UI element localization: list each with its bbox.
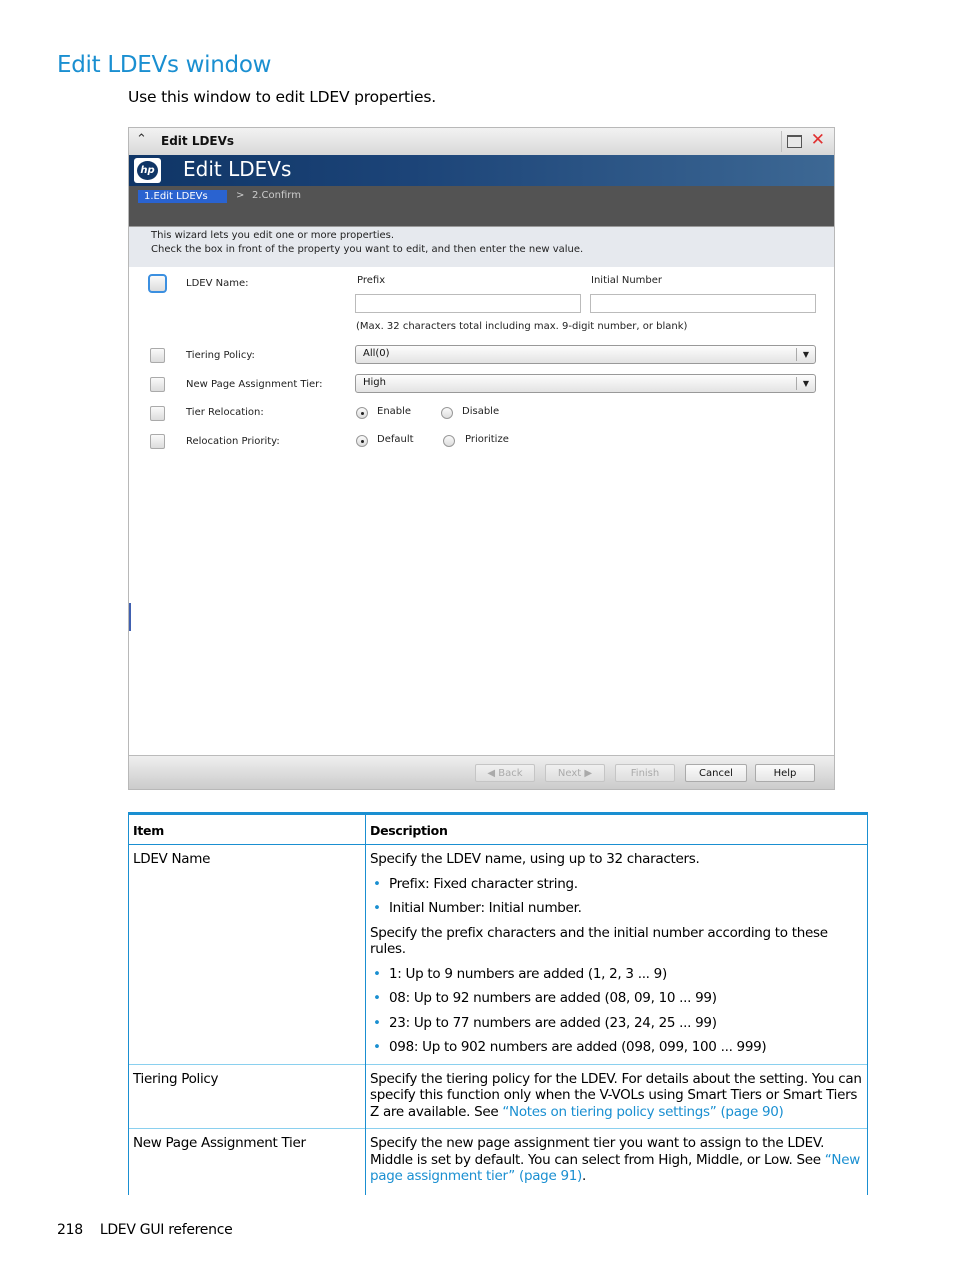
ldev-name-label: LDEV Name: (186, 278, 249, 289)
scroll-indicator (129, 603, 131, 631)
section-title: Edit LDEVs window (57, 52, 272, 78)
ldev-name-hint: (Max. 32 characters total including max.… (356, 321, 688, 332)
table-row: New Page Assignment Tier Specify the new… (128, 1128, 868, 1195)
tier-relocation-disable-label: Disable (462, 406, 500, 417)
back-arrow-icon: ◀ (487, 768, 496, 779)
next-arrow-icon: ▶ (584, 768, 593, 779)
list-item: 098: Up to 902 numbers are added (098, 0… (370, 1039, 863, 1056)
wizard-banner: hp Edit LDEVs (129, 155, 834, 186)
dropdown-arrow-icon[interactable]: ▼ (796, 377, 815, 390)
table-header-row: Item Description (128, 812, 868, 845)
double-chevron-up-icon[interactable]: ⌃ (136, 132, 147, 147)
instruction-line-2: Check the box in front of the property y… (151, 244, 584, 255)
back-button-label: Back (498, 768, 523, 779)
help-button-label: Help (773, 768, 797, 779)
relocation-priority-prioritize-label: Prioritize (465, 434, 509, 445)
notes-on-tiering-link[interactable]: “Notes on tiering policy settings” (page… (502, 1104, 783, 1120)
step-separator: > (236, 190, 245, 201)
page-number: 218 (57, 1222, 83, 1238)
window-titlebar: ⌃ Edit LDEVs ✕ (129, 128, 834, 156)
banner-title: Edit LDEVs (183, 157, 292, 181)
row-description: Specify the LDEV name, using up to 32 ch… (365, 844, 868, 1064)
tiering-policy-value: All(0) (363, 348, 390, 359)
new-page-tier-label: New Page Assignment Tier: (186, 379, 323, 390)
table-row: Tiering Policy Specify the tiering polic… (128, 1063, 868, 1129)
bullet-list: Prefix: Fixed character string. Initial … (370, 876, 863, 917)
ldev-name-checkbox[interactable] (148, 274, 167, 293)
new-page-tier-select[interactable]: High ▼ (355, 374, 816, 393)
wizard-instructions: This wizard lets you edit one or more pr… (129, 226, 834, 267)
finish-button-label: Finish (630, 768, 660, 779)
cancel-button-label: Cancel (699, 768, 733, 779)
list-item: 08: Up to 92 numbers are added (08, 09, … (370, 990, 863, 1007)
column-header-description: Description (365, 812, 868, 845)
instruction-line-1: This wizard lets you edit one or more pr… (151, 230, 395, 241)
window-title: Edit LDEVs (161, 134, 235, 148)
description-text-end: . (582, 1168, 586, 1184)
row-description: Specify the tiering policy for the LDEV.… (365, 1063, 868, 1129)
tiering-policy-label: Tiering Policy: (186, 350, 255, 361)
relocation-priority-label: Relocation Priority: (186, 436, 280, 447)
new-page-tier-value: High (363, 377, 386, 388)
next-button[interactable]: Next ▶ (545, 764, 605, 782)
prefix-input[interactable] (355, 294, 581, 313)
hp-logo: hp (134, 158, 161, 183)
maximize-icon[interactable] (787, 135, 802, 148)
finish-button[interactable]: Finish (615, 764, 675, 782)
titlebar-divider (781, 131, 782, 152)
close-icon[interactable]: ✕ (811, 130, 825, 150)
prefix-label: Prefix (357, 275, 386, 286)
list-item: 23: Up to 77 numbers are added (23, 24, … (370, 1015, 863, 1032)
wizard-footer: ◀ Back Next ▶ Finish Cancel Help (129, 755, 834, 789)
initial-number-input[interactable] (590, 294, 816, 313)
help-button[interactable]: Help (755, 764, 815, 782)
tiering-policy-select[interactable]: All(0) ▼ (355, 345, 816, 364)
list-item: 1: Up to 9 numbers are added (1, 2, 3 ..… (370, 966, 863, 983)
initial-number-label: Initial Number (591, 275, 663, 286)
relocation-priority-default-label: Default (377, 434, 414, 445)
back-button[interactable]: ◀ Back (475, 764, 535, 782)
tiering-policy-checkbox[interactable] (150, 348, 165, 363)
new-page-tier-checkbox[interactable] (150, 377, 165, 392)
row-item: New Page Assignment Tier (128, 1128, 366, 1195)
row-item: Tiering Policy (128, 1063, 366, 1129)
step-edit-ldevs: 1.Edit LDEVs (138, 190, 227, 203)
footer-section: LDEV GUI reference (99, 1222, 233, 1238)
row-item: LDEV Name (128, 844, 366, 1064)
list-item: Initial Number: Initial number. (370, 900, 863, 917)
tier-relocation-checkbox[interactable] (150, 406, 165, 421)
bullet-list: 1: Up to 9 numbers are added (1, 2, 3 ..… (370, 966, 863, 1056)
tier-relocation-label: Tier Relocation: (186, 407, 264, 418)
items-table: Item Description LDEV Name Specify the L… (128, 812, 868, 1195)
hp-logo-text: hp (137, 161, 158, 180)
next-button-label: Next (557, 768, 582, 779)
relocation-priority-checkbox[interactable] (150, 434, 165, 449)
description-text: Specify the prefix characters and the in… (370, 924, 828, 958)
cancel-button[interactable]: Cancel (685, 764, 747, 782)
description-text: Specify the new page assignment tier you… (370, 1135, 825, 1168)
relocation-priority-prioritize-radio[interactable] (443, 435, 455, 447)
wizard-steps: 1.Edit LDEVs > 2.Confirm (129, 186, 834, 226)
column-header-item: Item (128, 812, 366, 845)
tier-relocation-enable-radio[interactable] (356, 407, 368, 419)
table-row: LDEV Name Specify the LDEV name, using u… (128, 844, 868, 1064)
edit-ldevs-window: ⌃ Edit LDEVs ✕ hp Edit LDEVs 1.Edit LDEV… (128, 127, 835, 790)
page-footer: 218 LDEV GUI reference (57, 1222, 233, 1238)
dropdown-arrow-icon[interactable]: ▼ (796, 348, 815, 361)
relocation-priority-default-radio[interactable] (356, 435, 368, 447)
tier-relocation-enable-label: Enable (377, 406, 412, 417)
list-item: Prefix: Fixed character string. (370, 876, 863, 893)
step-confirm: 2.Confirm (252, 190, 301, 201)
tier-relocation-disable-radio[interactable] (441, 407, 453, 419)
section-intro: Use this window to edit LDEV properties. (128, 88, 436, 106)
row-description: Specify the new page assignment tier you… (365, 1128, 868, 1195)
description-text: Specify the LDEV name, using up to 32 ch… (370, 851, 700, 867)
